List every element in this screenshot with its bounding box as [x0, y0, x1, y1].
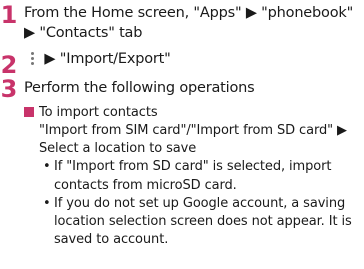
section-body: "Import from SIM card"/"Import from SD c… — [24, 122, 358, 249]
import-section: To import contacts "Import from SIM card… — [24, 104, 358, 249]
square-bullet-icon — [24, 107, 34, 117]
section-heading: To import contacts — [39, 105, 158, 120]
step-number: 2 — [0, 51, 18, 79]
step-text: ▶ "Import/Export" — [44, 51, 171, 67]
section-heading-row: To import contacts — [24, 104, 358, 122]
step-text-row: ▶ "Import/Export" — [24, 49, 358, 69]
step-text: From the Home screen, "Apps" ▶ "phoneboo… — [24, 5, 354, 41]
more-options-icon — [24, 50, 40, 66]
step-number: 3 — [0, 75, 18, 103]
list-item: If "Import from SD card" is selected, im… — [39, 158, 358, 194]
notes-list: If "Import from SD card" is selected, im… — [39, 158, 358, 249]
step-text: Perform the following operations — [24, 80, 255, 96]
step-number: 1 — [0, 1, 18, 29]
list-item: If you do not set up Google account, a s… — [39, 195, 358, 250]
import-instruction: "Import from SIM card"/"Import from SD c… — [39, 123, 347, 157]
